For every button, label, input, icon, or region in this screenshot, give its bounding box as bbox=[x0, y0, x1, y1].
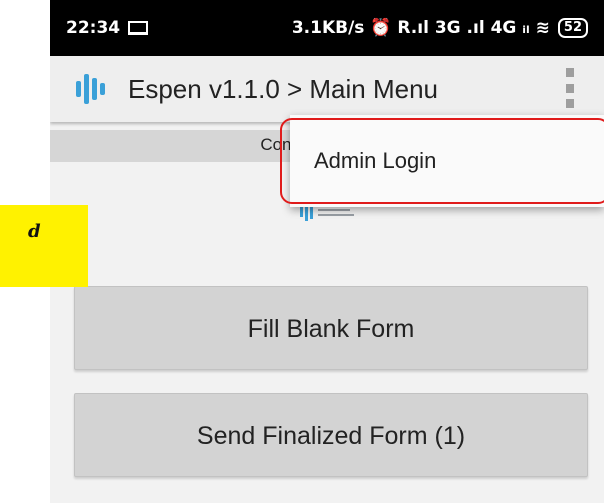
send-finalized-form-button[interactable]: Send Finalized Form (1) bbox=[74, 393, 588, 477]
app-bar: Espen v1.1.0 > Main Menu bbox=[50, 56, 604, 122]
app-title: Espen v1.1.0 > Main Menu bbox=[128, 73, 439, 104]
battery-icon: 52 bbox=[557, 18, 588, 38]
status-right: 3.1KB/s ⏰ R.ıl 3G .ıl 4G ᵢₗ ≋ 52 bbox=[292, 18, 588, 38]
status-bar: 22:34 3.1KB/s ⏰ R.ıl 3G .ıl 4G ᵢₗ ≋ 52 bbox=[50, 0, 604, 56]
menu-item-admin-login[interactable]: Admin Login bbox=[314, 148, 436, 173]
laptop-icon bbox=[128, 21, 149, 35]
network-status: 3.1KB/s ⏰ R.ıl 3G .ıl 4G ᵢₗ ≋ bbox=[291, 18, 550, 38]
app-logo-icon bbox=[76, 72, 120, 106]
fill-blank-form-button[interactable]: Fill Blank Form bbox=[74, 286, 588, 370]
phone-screen: 22:34 3.1KB/s ⏰ R.ıl 3G .ıl 4G ᵢₗ ≋ 52 E… bbox=[50, 0, 604, 503]
status-time: 22:34 bbox=[66, 18, 121, 38]
figure-label: d bbox=[0, 205, 88, 287]
overflow-menu: Admin Login bbox=[290, 115, 604, 207]
overflow-menu-icon[interactable] bbox=[566, 68, 574, 108]
